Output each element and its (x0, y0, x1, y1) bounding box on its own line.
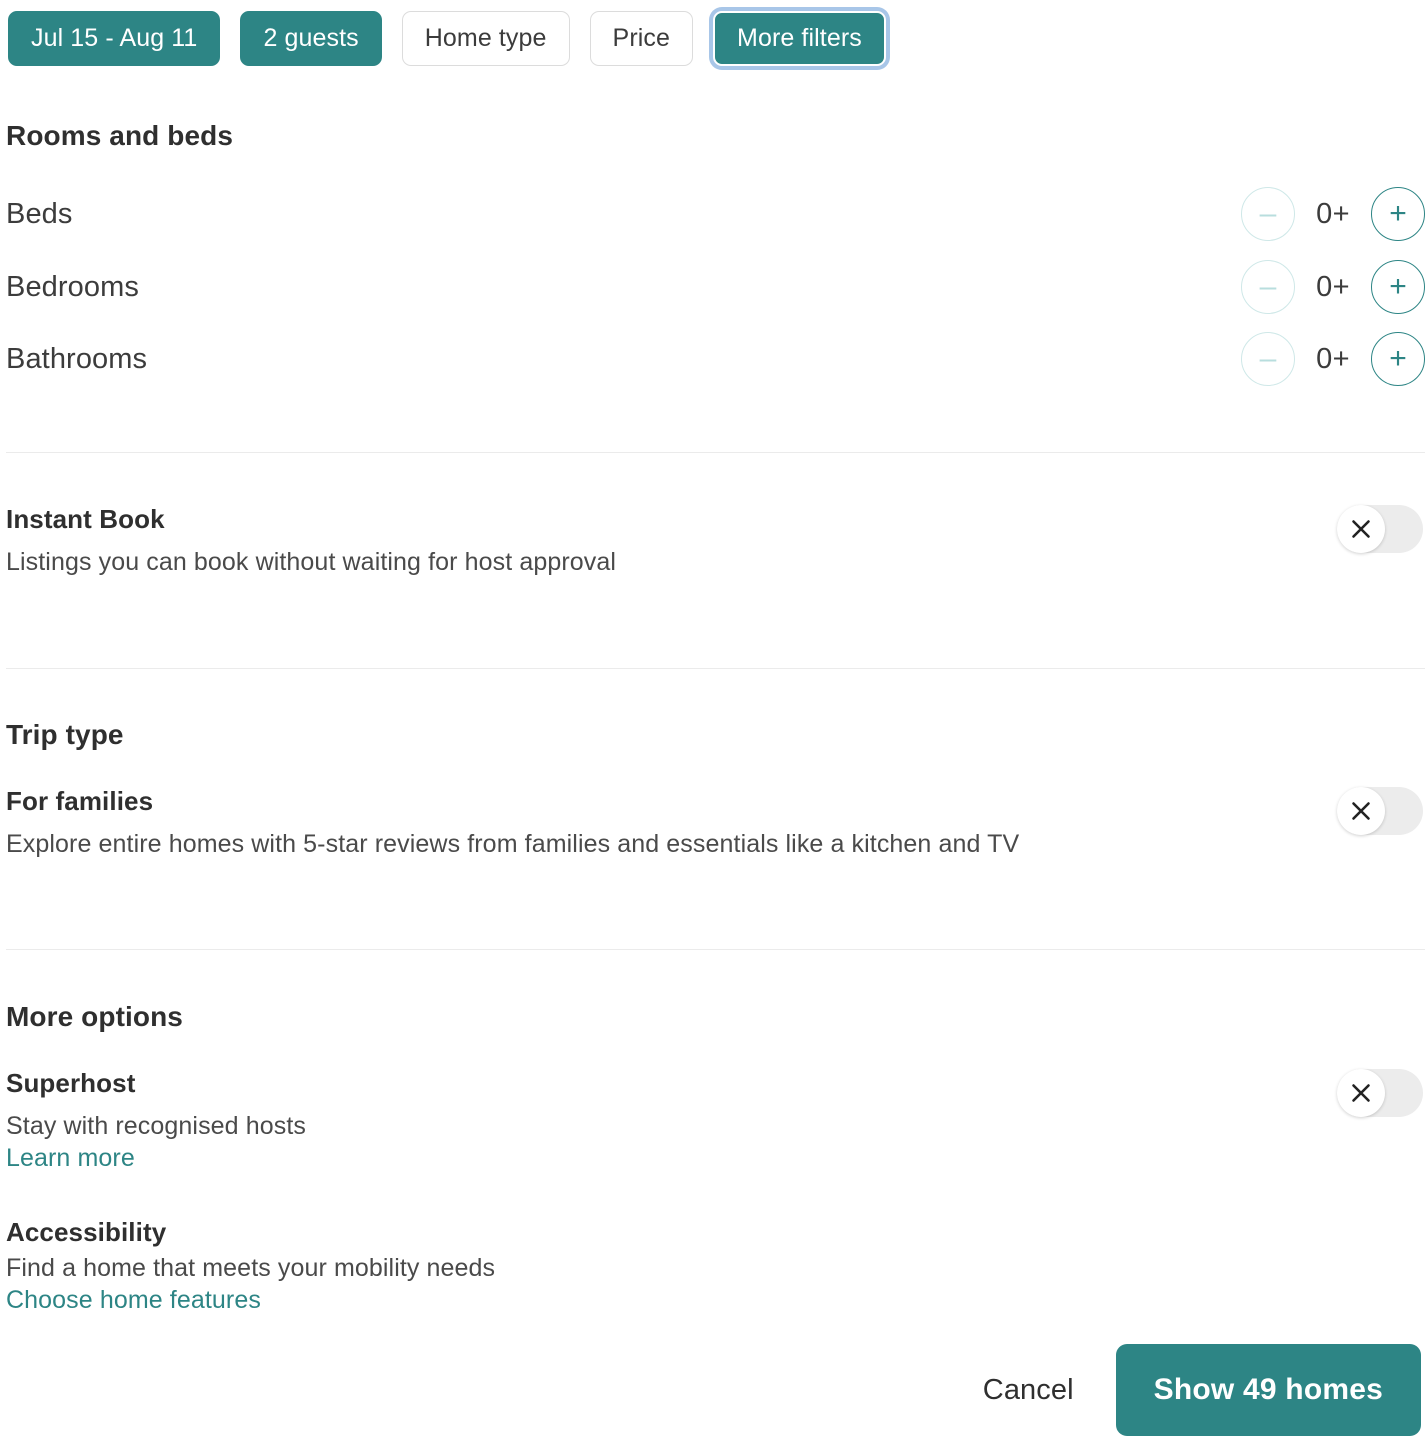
decrement-bathrooms-button[interactable]: – (1241, 332, 1295, 386)
minus-icon: – (1259, 342, 1277, 375)
filter-pill-dates[interactable]: Jul 15 - Aug 11 (8, 11, 221, 66)
close-icon (1352, 1084, 1370, 1102)
stepper-row-beds: Beds – 0+ + (0, 186, 1425, 242)
section-title-trip-type: Trip type (6, 719, 124, 750)
stepper-controls-bedrooms: – 0+ + (1241, 260, 1425, 314)
instant-book-toggle[interactable] (1337, 505, 1423, 553)
stepper-controls-bathrooms: – 0+ + (1241, 332, 1425, 386)
cancel-button[interactable]: Cancel (969, 1364, 1088, 1417)
plus-icon: + (1389, 197, 1407, 230)
filter-bar: Jul 15 - Aug 11 2 guests Home type Price… (8, 11, 886, 66)
filter-pill-home-type[interactable]: Home type (401, 11, 570, 66)
stepper-label-bathrooms: Bathrooms (6, 342, 148, 375)
section-title-rooms-and-beds: Rooms and beds (6, 120, 233, 151)
stepper-label-beds: Beds (6, 197, 73, 230)
stepper-value-beds: 0+ (1316, 197, 1350, 230)
filter-pill-home-type-label: Home type (424, 24, 547, 52)
stepper-value-bedrooms: 0+ (1316, 270, 1350, 303)
stepper-row-bathrooms: Bathrooms – 0+ + (0, 331, 1425, 387)
decrement-bedrooms-button[interactable]: – (1241, 260, 1295, 314)
divider-instant-book-trip-type (6, 668, 1425, 669)
increment-bedrooms-button[interactable]: + (1371, 260, 1425, 314)
toggle-knob (1337, 787, 1385, 835)
for-families-toggle[interactable] (1337, 787, 1423, 835)
show-homes-button[interactable]: Show 49 homes (1115, 1344, 1421, 1436)
plus-icon: + (1389, 342, 1407, 375)
minus-icon: – (1259, 197, 1277, 230)
close-icon (1352, 802, 1370, 820)
increment-beds-button[interactable]: + (1371, 187, 1425, 241)
for-families-title: For families (6, 786, 154, 816)
accessibility-title: Accessibility (6, 1217, 167, 1247)
instant-book-description: Listings you can book without waiting fo… (6, 548, 617, 576)
superhost-title: Superhost (6, 1068, 136, 1098)
filter-pill-more-filters[interactable]: More filters (713, 11, 886, 66)
divider-rooms-instant-book (6, 452, 1425, 453)
plus-icon: + (1389, 270, 1407, 303)
filter-pill-guests[interactable]: 2 guests (240, 11, 382, 66)
superhost-description: Stay with recognised hosts (6, 1112, 306, 1140)
action-bar: Cancel Show 49 homes (969, 1340, 1425, 1440)
increment-bathrooms-button[interactable]: + (1371, 332, 1425, 386)
filter-pill-price-label: Price (612, 24, 671, 52)
instant-book-title: Instant Book (6, 504, 165, 534)
superhost-toggle[interactable] (1337, 1069, 1423, 1117)
stepper-controls-beds: – 0+ + (1241, 187, 1425, 241)
superhost-learn-more-link[interactable]: Learn more (6, 1144, 135, 1173)
for-families-description: Explore entire homes with 5-star reviews… (6, 830, 1020, 858)
filter-pill-price[interactable]: Price (589, 11, 694, 66)
section-title-more-options: More options (6, 1001, 183, 1032)
more-filters-panel: Jul 15 - Aug 11 2 guests Home type Price… (0, 0, 1425, 1440)
filter-pill-dates-label: Jul 15 - Aug 11 (31, 24, 198, 52)
accessibility-description: Find a home that meets your mobility nee… (6, 1254, 496, 1282)
filter-pill-more-filters-label: More filters (737, 24, 862, 52)
close-icon (1352, 520, 1370, 538)
decrement-beds-button[interactable]: – (1241, 187, 1295, 241)
toggle-knob (1337, 505, 1385, 553)
stepper-value-bathrooms: 0+ (1316, 342, 1350, 375)
stepper-row-bedrooms: Bedrooms – 0+ + (0, 259, 1425, 315)
filter-pill-guests-label: 2 guests (263, 24, 359, 52)
minus-icon: – (1259, 270, 1277, 303)
divider-trip-type-more-options (6, 949, 1425, 950)
stepper-label-bedrooms: Bedrooms (6, 270, 139, 303)
toggle-knob (1337, 1069, 1385, 1117)
accessibility-choose-home-features-link[interactable]: Choose home features (6, 1286, 261, 1315)
